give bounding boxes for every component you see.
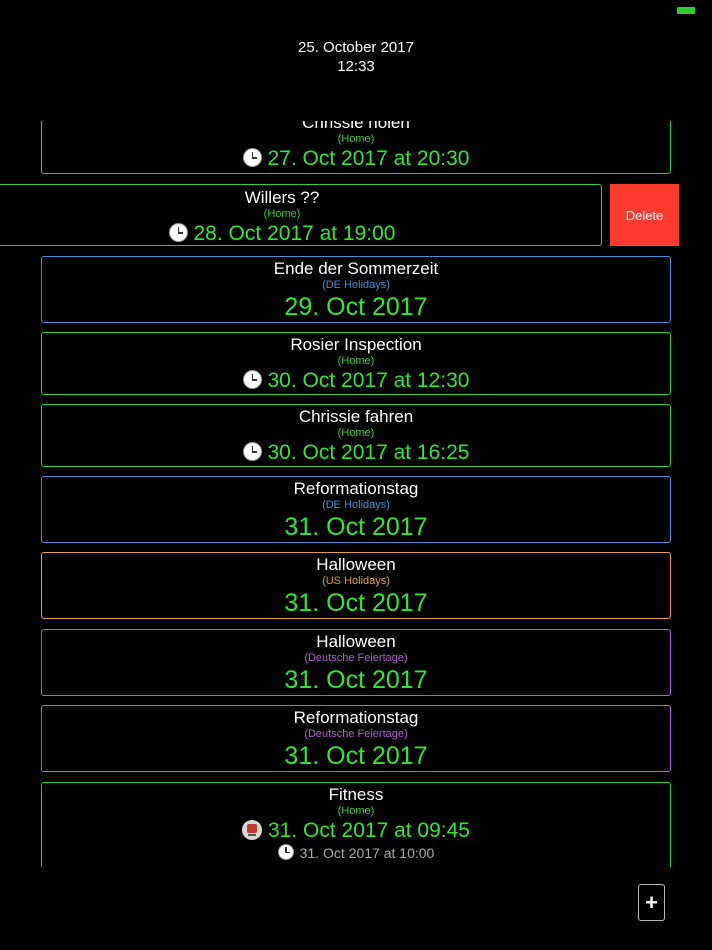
current-time: 12:33 (337, 58, 375, 75)
event-list[interactable]: Chrissie holen (Home) 27. Oct 2017 at 20… (0, 121, 712, 867)
event-datetime: 30. Oct 2017 at 16:25 (42, 440, 670, 466)
current-datetime: 25. October 2017 12:33 (0, 38, 712, 76)
event-title: Willers ?? (244, 188, 320, 207)
event-title: Rosier Inspection (290, 335, 422, 354)
event-card[interactable]: Ende der Sommerzeit (DE Holidays) 29. Oc… (41, 256, 671, 323)
event-card[interactable]: Rosier Inspection (Home) 30. Oct 2017 at… (41, 332, 671, 395)
event-calendar: (Home) (337, 133, 375, 145)
event-datetime: 28. Oct 2017 at 19:00 (0, 221, 601, 247)
event-calendar: (DE Holidays) (322, 279, 390, 291)
current-date: 25. October 2017 (298, 39, 414, 56)
event-date: 31. Oct 2017 (284, 666, 428, 694)
delete-button[interactable]: Delete (610, 184, 679, 246)
event-calendar: (Home) (337, 355, 375, 367)
clock-icon (242, 442, 262, 461)
train-icon (242, 820, 262, 840)
event-datetime: 27. Oct 2017 at 20:30 (42, 146, 670, 172)
event-card[interactable]: Reformationstag (Deutsche Feiertage) 31.… (41, 705, 671, 772)
event-datetime: 31. Oct 2017 at 09:45 (42, 818, 670, 844)
event-title: Chrissie holen (302, 121, 410, 132)
event-title: Fitness (328, 785, 384, 804)
event-calendar: (Home) (263, 208, 301, 220)
event-title: Reformationstag (293, 479, 419, 498)
event-calendar: (DE Holidays) (322, 499, 390, 511)
event-calendar: (Deutsche Feiertage) (304, 728, 408, 740)
event-date: 31. Oct 2017 (284, 513, 428, 541)
event-card[interactable]: Chrissie holen (Home) 27. Oct 2017 at 20… (41, 121, 671, 174)
event-title: Halloween (316, 555, 396, 574)
event-card[interactable]: Halloween (US Holidays) 31. Oct 2017 (41, 552, 671, 619)
event-card[interactable]: Reformationstag (DE Holidays) 31. Oct 20… (41, 476, 671, 543)
event-card[interactable]: Fitness (Home) 31. Oct 2017 at 09:45 31.… (41, 782, 671, 867)
event-card[interactable]: Willers ?? (Home) 28. Oct 2017 at 19:00 (0, 184, 602, 246)
event-title: Reformationstag (293, 708, 419, 727)
event-calendar: (Deutsche Feiertage) (304, 652, 408, 664)
event-date: 31. Oct 2017 (284, 742, 428, 770)
add-event-button[interactable]: + (638, 884, 665, 921)
event-title: Ende der Sommerzeit (273, 259, 439, 278)
event-card[interactable]: Halloween (Deutsche Feiertage) 31. Oct 2… (41, 629, 671, 696)
event-date: 31. Oct 2017 (284, 589, 428, 617)
clock-icon (242, 370, 262, 389)
clock-icon (277, 844, 294, 860)
event-title: Chrissie fahren (298, 407, 414, 426)
event-calendar: (Home) (337, 427, 375, 439)
event-datetime: 30. Oct 2017 at 12:30 (42, 368, 670, 394)
clock-icon (242, 148, 262, 167)
event-card[interactable]: Chrissie fahren (Home) 30. Oct 2017 at 1… (41, 404, 671, 467)
event-date: 29. Oct 2017 (284, 293, 428, 321)
event-calendar: (US Holidays) (322, 575, 390, 587)
event-title: Halloween (316, 632, 396, 651)
event-end-datetime: 31. Oct 2017 at 10:00 (42, 844, 670, 862)
clock-icon (168, 223, 188, 242)
battery-icon (677, 7, 695, 14)
event-calendar: (Home) (337, 805, 375, 817)
